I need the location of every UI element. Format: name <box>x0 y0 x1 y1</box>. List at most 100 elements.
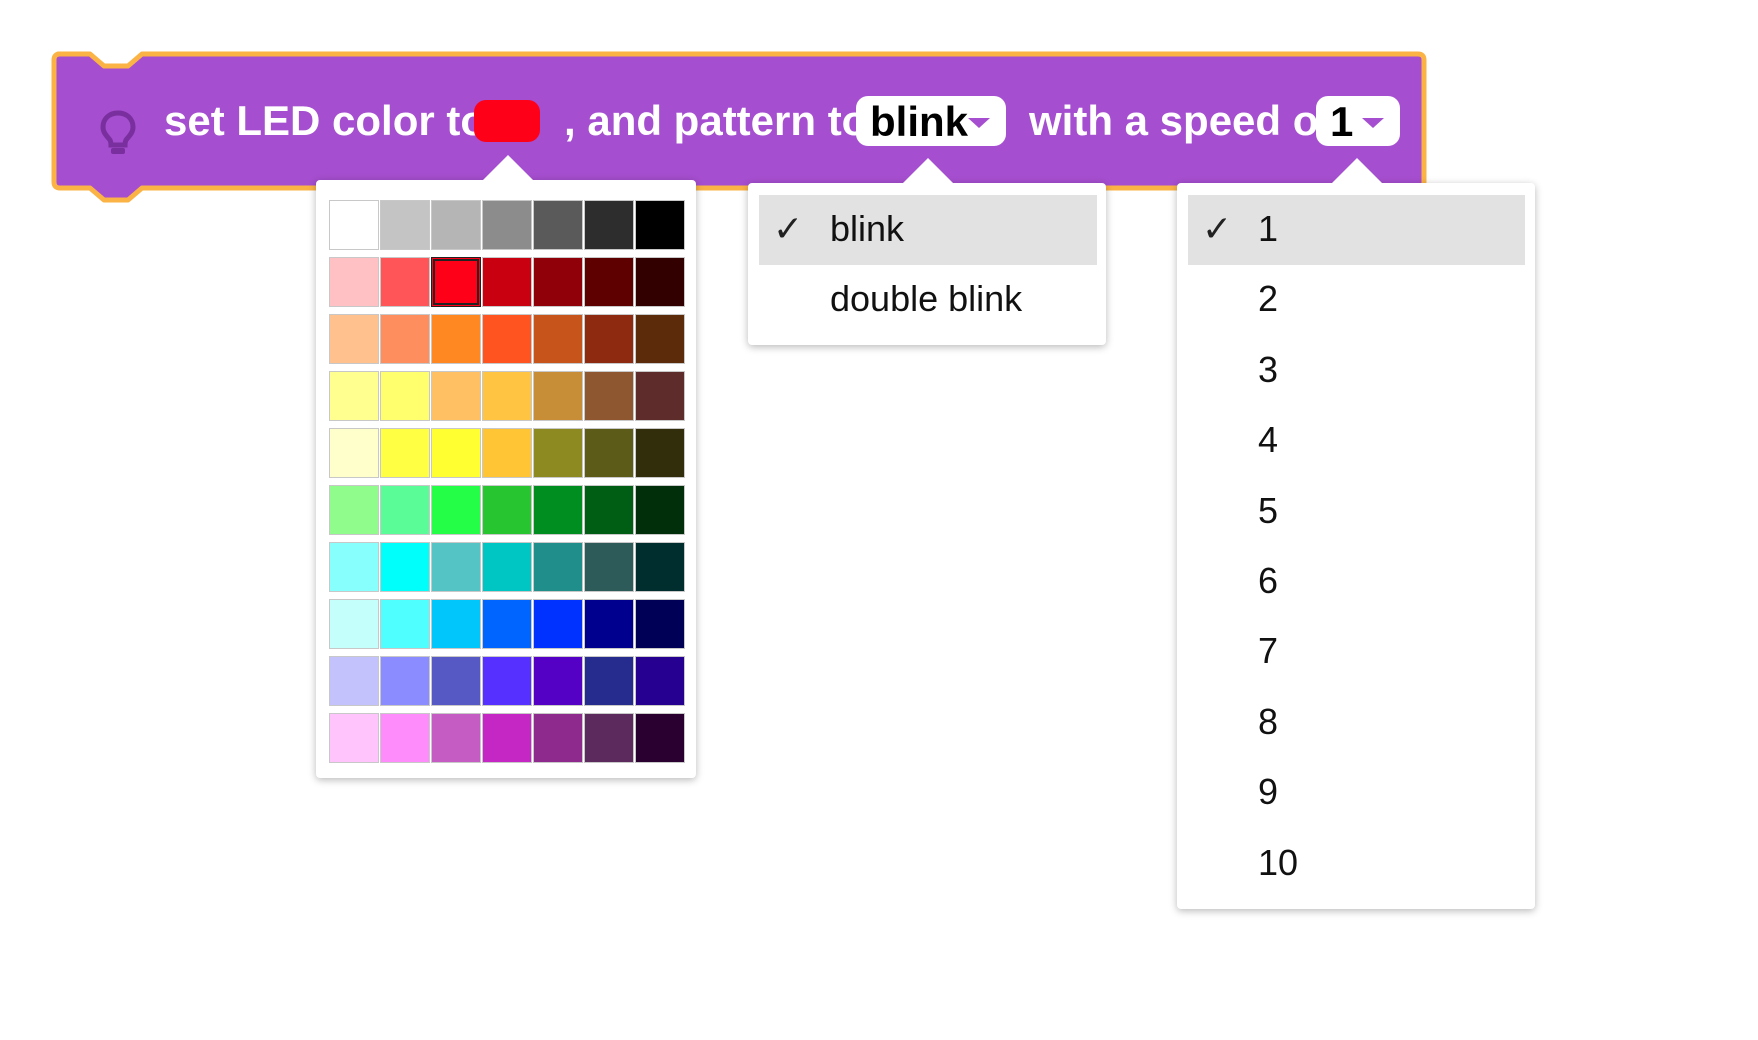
lightbulb-icon <box>100 110 136 161</box>
color-swatch-option[interactable] <box>584 200 634 250</box>
menu-item-speed-3[interactable]: 3 <box>1188 336 1525 406</box>
check-icon: ✓ <box>773 208 804 249</box>
color-swatch-option[interactable] <box>329 257 379 307</box>
color-swatch-option[interactable] <box>482 257 532 307</box>
color-swatch-option[interactable] <box>584 542 634 592</box>
color-swatch-option[interactable] <box>533 257 583 307</box>
menu-item-label: 7 <box>1258 630 1279 672</box>
color-swatch-option[interactable] <box>533 542 583 592</box>
color-swatch-option[interactable] <box>329 656 379 706</box>
menu-item-label: 9 <box>1258 771 1279 813</box>
color-swatch-option[interactable] <box>329 428 379 478</box>
menu-item-speed-1[interactable]: ✓ 1 <box>1188 195 1525 265</box>
color-swatch-option[interactable] <box>482 200 532 250</box>
color-swatch-option[interactable] <box>635 428 685 478</box>
color-swatch-option[interactable] <box>380 599 430 649</box>
menu-item-label: 10 <box>1258 841 1299 883</box>
color-swatch-option[interactable] <box>533 656 583 706</box>
color-swatch-option[interactable] <box>329 485 379 535</box>
color-swatch-option[interactable] <box>635 599 685 649</box>
color-swatch-option[interactable] <box>380 656 430 706</box>
color-swatch-option[interactable] <box>482 656 532 706</box>
color-swatch-option[interactable] <box>584 428 634 478</box>
color-swatch-option[interactable] <box>482 485 532 535</box>
color-swatch-option[interactable] <box>584 713 634 763</box>
menu-item-blink[interactable]: ✓ blink <box>759 195 1097 265</box>
color-swatch-option[interactable] <box>431 428 481 478</box>
color-swatch-option[interactable] <box>482 371 532 421</box>
color-swatch-option[interactable] <box>635 257 685 307</box>
color-swatch-option[interactable] <box>584 599 634 649</box>
color-swatch-option[interactable] <box>329 713 379 763</box>
color-swatch-option[interactable] <box>431 542 481 592</box>
color-swatch-option[interactable] <box>482 599 532 649</box>
menu-item-double-blink[interactable]: double blink <box>759 265 1097 335</box>
menu-item-speed-4[interactable]: 4 <box>1188 406 1525 476</box>
color-swatch-option[interactable] <box>533 713 583 763</box>
color-swatch-option[interactable] <box>431 314 481 364</box>
color-swatch-option[interactable] <box>380 542 430 592</box>
menu-item-speed-10[interactable]: 10 <box>1188 829 1525 899</box>
color-swatch-option[interactable] <box>380 200 430 250</box>
menu-item-label: 3 <box>1258 348 1279 390</box>
color-swatch-option-selected[interactable] <box>431 257 481 307</box>
color-swatch-option[interactable] <box>380 371 430 421</box>
block-label-pattern: , and pattern to <box>564 97 868 144</box>
color-swatch-option[interactable] <box>584 371 634 421</box>
pattern-dropdown[interactable]: blink <box>856 96 1006 146</box>
color-swatch-option[interactable] <box>584 485 634 535</box>
color-swatch-option[interactable] <box>380 257 430 307</box>
color-swatch-option[interactable] <box>635 485 685 535</box>
color-swatch-option[interactable] <box>584 314 634 364</box>
color-swatch-option[interactable] <box>533 599 583 649</box>
color-swatch-option[interactable] <box>380 713 430 763</box>
color-swatch-option[interactable] <box>380 485 430 535</box>
color-swatch-option[interactable] <box>635 713 685 763</box>
color-swatch-option[interactable] <box>533 428 583 478</box>
menu-item-speed-9[interactable]: 9 <box>1188 758 1525 828</box>
pattern-menu: ✓ blink double blink <box>748 158 1106 345</box>
led-block[interactable]: set LED color to , and pattern to blink … <box>0 0 1546 203</box>
color-grid <box>329 200 685 763</box>
color-swatch-option[interactable] <box>329 200 379 250</box>
color-swatch-option[interactable] <box>533 200 583 250</box>
color-swatch-option[interactable] <box>431 371 481 421</box>
color-swatch-option[interactable] <box>482 428 532 478</box>
menu-item-label: 6 <box>1258 560 1279 601</box>
color-swatch-option[interactable] <box>380 428 430 478</box>
color-swatch-option[interactable] <box>482 314 532 364</box>
menu-item-speed-8[interactable]: 8 <box>1188 688 1525 758</box>
menu-item-speed-7[interactable]: 7 <box>1188 617 1525 687</box>
menu-item-speed-6[interactable]: 6 <box>1188 547 1525 617</box>
color-swatch-option[interactable] <box>431 485 481 535</box>
color-swatch-option[interactable] <box>533 485 583 535</box>
color-swatch-option[interactable] <box>431 200 481 250</box>
menu-item-speed-5[interactable]: 5 <box>1188 477 1525 547</box>
color-swatch-option[interactable] <box>635 542 685 592</box>
color-swatch-option[interactable] <box>533 314 583 364</box>
color-swatch-option[interactable] <box>431 713 481 763</box>
color-swatch-option[interactable] <box>635 200 685 250</box>
color-swatch-option[interactable] <box>635 656 685 706</box>
color-swatch-option[interactable] <box>329 599 379 649</box>
color-swatch-option[interactable] <box>533 371 583 421</box>
color-swatch-option[interactable] <box>584 257 634 307</box>
color-swatch-option[interactable] <box>482 713 532 763</box>
color-swatch-option[interactable] <box>482 542 532 592</box>
menu-item-speed-2[interactable]: 2 <box>1188 265 1525 335</box>
color-field[interactable] <box>474 100 540 142</box>
menu-item-label: 2 <box>1258 278 1279 320</box>
block-label-color: set LED color to <box>164 97 487 144</box>
speed-dropdown[interactable]: 1 <box>1316 96 1400 146</box>
color-swatch-option[interactable] <box>380 314 430 364</box>
color-picker-popup <box>316 155 696 778</box>
color-swatch-option[interactable] <box>329 542 379 592</box>
color-swatch-option[interactable] <box>431 656 481 706</box>
menu-item-label: double blink <box>830 278 1023 319</box>
color-swatch-option[interactable] <box>584 656 634 706</box>
color-swatch-option[interactable] <box>329 371 379 421</box>
color-swatch-option[interactable] <box>635 371 685 421</box>
color-swatch-option[interactable] <box>329 314 379 364</box>
color-swatch-option[interactable] <box>431 599 481 649</box>
color-swatch-option[interactable] <box>635 314 685 364</box>
